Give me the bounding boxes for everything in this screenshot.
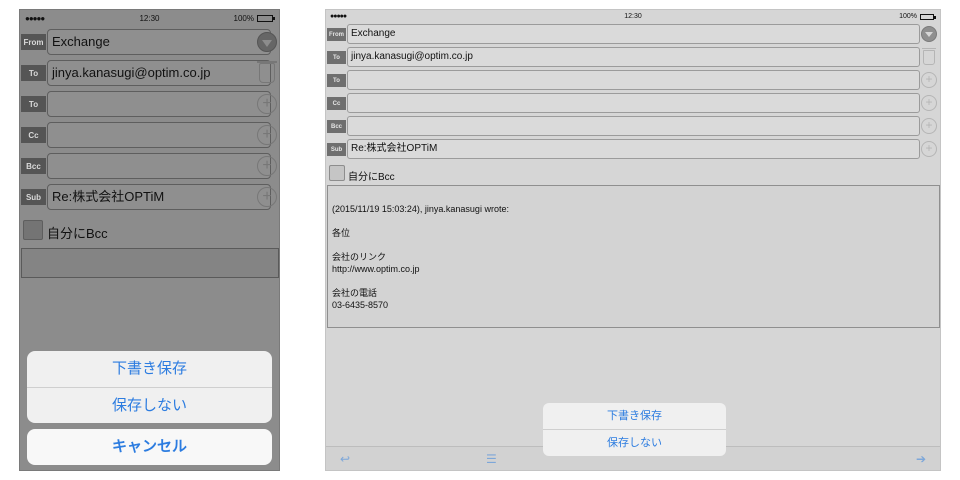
from-row: From Exchange — [326, 23, 940, 46]
dont-save-button[interactable]: 保存しない — [543, 429, 726, 455]
save-draft-button[interactable]: 下書き保存 — [27, 351, 272, 387]
tablet-screen: ●●●●● 12:30 100% From Exchange To jinya.… — [325, 9, 941, 471]
send-icon[interactable]: ➔ — [916, 453, 926, 465]
body-line: 各位 — [332, 228, 351, 238]
cancel-button[interactable]: キャンセル — [27, 429, 272, 465]
bcc-field[interactable] — [347, 116, 920, 136]
status-bar: ●●●●● 12:30 100% — [20, 10, 279, 28]
from-tag: From — [21, 34, 46, 50]
to-row-empty: To + — [20, 90, 279, 118]
subject-tag: Sub — [327, 143, 346, 156]
body-line: 03-6435-8570 — [332, 300, 389, 310]
action-sheet: 下書き保存 保存しない — [27, 351, 272, 423]
subject-field[interactable]: Re:株式会社OPTiM — [47, 184, 271, 210]
body-line: 会社の電話 — [332, 288, 378, 298]
bcc-self-label: 自分にBcc — [47, 226, 108, 241]
save-popover: 下書き保存 保存しない — [543, 403, 726, 456]
to-tag: To — [327, 51, 346, 64]
cc-tag: Cc — [327, 97, 346, 110]
status-bar: ●●●●● 12:30 100% — [326, 10, 940, 24]
cc-row: Cc + — [326, 92, 940, 115]
bcc-tag: Bcc — [21, 158, 46, 174]
dropdown-icon[interactable] — [921, 26, 937, 42]
to-row: To jinya.kanasugi@optim.co.jp — [20, 59, 279, 87]
trash-icon[interactable] — [922, 48, 936, 65]
to-field-empty[interactable] — [47, 91, 271, 117]
to-row: To jinya.kanasugi@optim.co.jp — [326, 46, 940, 69]
plus-icon[interactable]: + — [257, 187, 277, 207]
subject-row: Sub Re:株式会社OPTiM + — [326, 138, 940, 161]
plus-icon[interactable]: + — [257, 94, 277, 114]
bcc-self-checkbox[interactable] — [23, 220, 43, 240]
plus-icon[interactable]: + — [921, 141, 937, 157]
cc-tag: Cc — [21, 127, 46, 143]
to-field[interactable]: jinya.kanasugi@optim.co.jp — [47, 60, 271, 86]
battery-indicator: 100% — [899, 13, 936, 20]
bcc-self-checkbox[interactable] — [329, 165, 345, 181]
plus-icon[interactable]: + — [921, 118, 937, 134]
message-body[interactable] — [21, 248, 279, 278]
phone-screen: ●●●●● 12:30 100% From Exchange To jinya.… — [19, 9, 280, 471]
from-field[interactable]: Exchange — [47, 29, 271, 55]
status-time: 12:30 — [624, 13, 642, 20]
body-line: 会社のリンク — [332, 252, 387, 262]
from-field[interactable]: Exchange — [347, 24, 920, 44]
subject-tag: Sub — [21, 189, 46, 205]
bcc-row: Bcc + — [326, 115, 940, 138]
save-draft-button[interactable]: 下書き保存 — [543, 403, 726, 429]
battery-icon — [257, 15, 275, 22]
cc-field[interactable] — [347, 93, 920, 113]
from-tag: From — [327, 28, 346, 41]
plus-icon[interactable]: + — [257, 156, 277, 176]
bcc-row: Bcc + — [20, 152, 279, 180]
to-field-empty[interactable] — [347, 70, 920, 90]
battery-indicator: 100% — [233, 14, 275, 23]
body-line: (2015/11/19 15:03:24), jinya.kanasugi wr… — [332, 204, 509, 214]
from-row: From Exchange — [20, 28, 279, 56]
plus-icon[interactable]: + — [921, 95, 937, 111]
undo-icon[interactable]: ↩ — [340, 453, 350, 465]
subject-field[interactable]: Re:株式会社OPTiM — [347, 139, 920, 159]
battery-icon — [920, 13, 936, 20]
trash-icon[interactable] — [257, 61, 277, 83]
to-row-empty: To + — [326, 69, 940, 92]
cc-row: Cc + — [20, 121, 279, 149]
bcc-tag: Bcc — [327, 120, 346, 133]
subject-row: Sub Re:株式会社OPTiM + — [20, 183, 279, 211]
cc-field[interactable] — [47, 122, 271, 148]
plus-icon[interactable]: + — [257, 125, 277, 145]
list-icon[interactable]: ☰ — [486, 453, 497, 465]
to-tag: To — [327, 74, 346, 87]
body-line: http://www.optim.co.jp — [332, 264, 420, 274]
plus-icon[interactable]: + — [921, 72, 937, 88]
dont-save-button[interactable]: 保存しない — [27, 387, 272, 423]
battery-percent: 100% — [233, 14, 254, 23]
bcc-field[interactable] — [47, 153, 271, 179]
message-body[interactable]: (2015/11/19 15:03:24), jinya.kanasugi wr… — [327, 185, 940, 328]
to-field[interactable]: jinya.kanasugi@optim.co.jp — [347, 47, 920, 67]
to-tag: To — [21, 96, 46, 112]
dropdown-icon[interactable] — [257, 32, 277, 52]
to-tag: To — [21, 65, 46, 81]
bcc-self-row: 自分にBcc — [20, 218, 279, 244]
battery-percent: 100% — [899, 13, 917, 20]
bcc-self-label: 自分にBcc — [348, 172, 395, 183]
